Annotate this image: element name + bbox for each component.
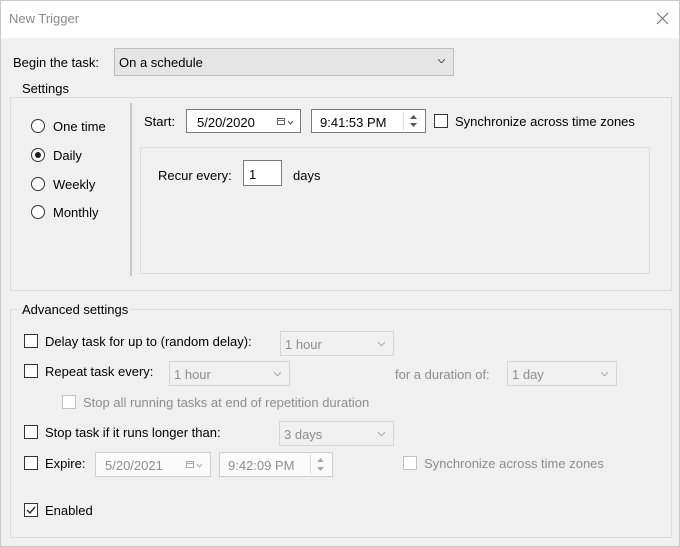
delay-task-select[interactable]: 1 hour bbox=[280, 331, 394, 356]
radio-button bbox=[31, 119, 45, 133]
duration-value: 1 day bbox=[512, 367, 544, 382]
recur-every-label: Recur every: bbox=[158, 168, 232, 183]
chevron-down-icon bbox=[378, 432, 385, 436]
advanced-settings-label: Advanced settings bbox=[20, 302, 131, 317]
expire-time-value: 9:42:09 PM bbox=[228, 458, 295, 473]
stop-all-tasks-label: Stop all running tasks at end of repetit… bbox=[83, 395, 370, 410]
radio-monthly[interactable]: Monthly bbox=[31, 205, 136, 225]
start-time-field[interactable]: 9:41:53 PM bbox=[311, 109, 426, 133]
expire-date-value: 5/20/2021 bbox=[105, 458, 163, 473]
enabled-checkbox[interactable]: Enabled bbox=[24, 503, 114, 521]
radio-monthly-label: Monthly bbox=[53, 205, 99, 220]
radio-button-selected bbox=[31, 148, 45, 162]
recurrence-panel bbox=[140, 147, 650, 274]
spin-down-icon[interactable] bbox=[317, 467, 324, 471]
settings-divider bbox=[130, 103, 132, 276]
close-button[interactable] bbox=[652, 8, 674, 30]
title-bar bbox=[0, 0, 680, 38]
expire-time-spinner[interactable] bbox=[310, 455, 330, 474]
duration-label: for a duration of: bbox=[395, 367, 490, 382]
stop-task-checkbox[interactable]: Stop task if it runs longer than: bbox=[24, 425, 254, 443]
checkbox-box bbox=[24, 334, 38, 348]
recur-unit-label: days bbox=[293, 168, 321, 183]
sync-time-zones-label: Synchronize across time zones bbox=[455, 114, 635, 129]
expire-sync-label: Synchronize across time zones bbox=[424, 456, 604, 471]
radio-one-time-label: One time bbox=[53, 119, 106, 134]
stop-task-select[interactable]: 3 days bbox=[279, 421, 394, 446]
recur-every-input[interactable]: 1 bbox=[243, 160, 282, 186]
begin-task-select[interactable]: On a schedule bbox=[114, 48, 454, 76]
duration-select[interactable]: 1 day bbox=[507, 361, 617, 386]
spin-up-icon[interactable] bbox=[317, 458, 324, 462]
recur-every-value: 1 bbox=[249, 167, 257, 182]
window-title: New Trigger bbox=[9, 11, 80, 26]
expire-checkbox[interactable]: Expire: bbox=[24, 456, 94, 474]
calendar-dropdown-icon[interactable] bbox=[186, 461, 204, 469]
delay-task-checkbox[interactable]: Delay task for up to (random delay): bbox=[24, 334, 274, 352]
expire-label: Expire: bbox=[45, 456, 86, 471]
start-date-picker[interactable]: 5/20/2020 bbox=[186, 109, 301, 133]
radio-weekly[interactable]: Weekly bbox=[31, 177, 136, 197]
stop-task-value: 3 days bbox=[284, 427, 323, 442]
chevron-down-icon bbox=[438, 59, 445, 63]
checkbox-box bbox=[24, 364, 38, 378]
checkbox-box bbox=[24, 425, 38, 439]
checkmark-icon bbox=[26, 506, 36, 515]
delay-task-value: 1 hour bbox=[285, 337, 322, 352]
expire-sync-checkbox[interactable]: Synchronize across time zones bbox=[403, 455, 623, 473]
radio-one-time[interactable]: One time bbox=[31, 119, 136, 139]
settings-group-label: Settings bbox=[20, 81, 71, 96]
begin-task-label: Begin the task: bbox=[13, 55, 99, 70]
chevron-down-icon bbox=[274, 372, 281, 376]
enabled-label: Enabled bbox=[45, 503, 93, 518]
repeat-task-label: Repeat task every: bbox=[45, 364, 154, 379]
close-icon bbox=[656, 12, 669, 25]
checkbox-box bbox=[62, 395, 76, 409]
checkbox-box-checked bbox=[24, 503, 38, 517]
stop-all-tasks-checkbox[interactable]: Stop all running tasks at end of repetit… bbox=[62, 394, 402, 412]
expire-date-picker[interactable]: 5/20/2021 bbox=[95, 452, 211, 477]
radio-button bbox=[31, 177, 45, 191]
sync-time-zones-checkbox[interactable]: Synchronize across time zones bbox=[434, 113, 654, 131]
start-label: Start: bbox=[144, 114, 176, 129]
radio-button bbox=[31, 205, 45, 219]
spin-up-icon[interactable] bbox=[410, 115, 417, 119]
checkbox-box bbox=[24, 456, 38, 470]
radio-daily-label: Daily bbox=[53, 148, 82, 163]
begin-task-value: On a schedule bbox=[119, 55, 203, 70]
delay-task-label: Delay task for up to (random delay): bbox=[45, 334, 252, 349]
start-time-spinner[interactable] bbox=[403, 112, 423, 130]
repeat-task-checkbox[interactable]: Repeat task every: bbox=[24, 364, 174, 382]
calendar-dropdown-icon[interactable] bbox=[277, 118, 295, 126]
radio-weekly-label: Weekly bbox=[53, 177, 96, 192]
repeat-task-value: 1 hour bbox=[174, 367, 211, 382]
chevron-down-icon bbox=[378, 342, 385, 346]
radio-daily[interactable]: Daily bbox=[31, 148, 136, 168]
start-date-value: 5/20/2020 bbox=[197, 115, 255, 130]
chevron-down-icon bbox=[601, 372, 608, 376]
spin-down-icon[interactable] bbox=[410, 123, 417, 127]
checkbox-box bbox=[403, 456, 417, 470]
checkbox-box bbox=[434, 114, 448, 128]
start-time-value: 9:41:53 PM bbox=[320, 115, 387, 130]
stop-task-label: Stop task if it runs longer than: bbox=[45, 425, 221, 440]
expire-time-field[interactable]: 9:42:09 PM bbox=[219, 452, 333, 477]
repeat-task-select[interactable]: 1 hour bbox=[169, 361, 290, 386]
